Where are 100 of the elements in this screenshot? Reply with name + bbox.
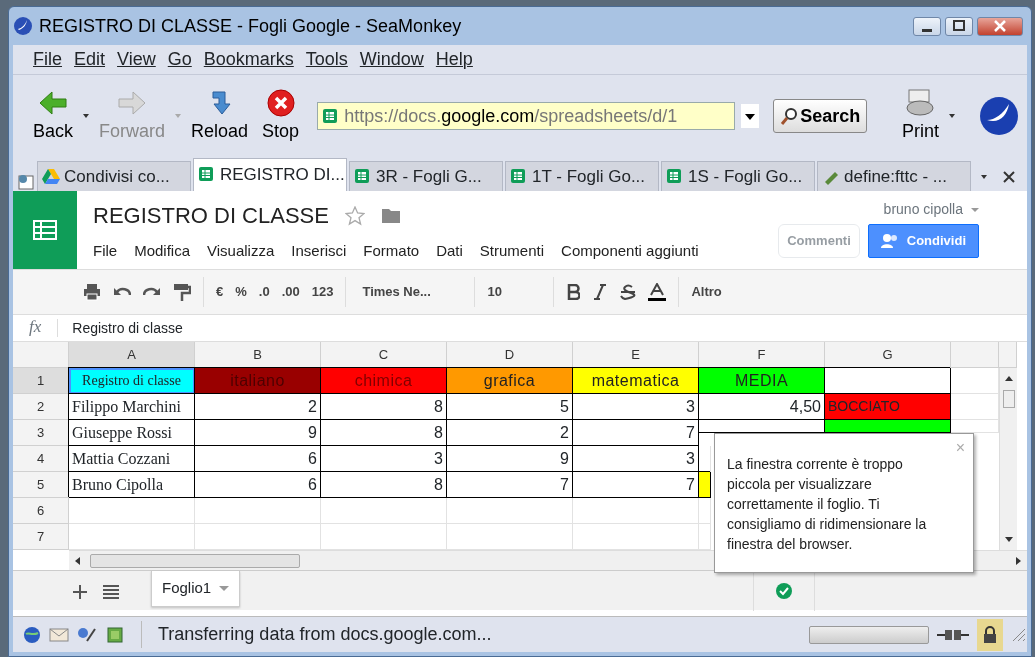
menu-item[interactable]: Componenti aggiunti — [561, 240, 699, 263]
address-field[interactable]: https://docs.google.com/spreadsheets/d/1 — [317, 102, 736, 130]
column-header[interactable]: D — [447, 342, 573, 368]
table-cell[interactable]: 8 — [321, 420, 447, 446]
close-button[interactable] — [977, 16, 1023, 36]
browser-tab[interactable]: define:fttc - ... — [817, 161, 971, 191]
row-header[interactable]: 2 — [13, 394, 69, 420]
menu-item[interactable]: View — [117, 46, 156, 73]
menu-item[interactable]: Strumenti — [479, 240, 545, 263]
table-cell[interactable]: Mattia Cozzani — [69, 446, 195, 472]
minimize-button[interactable] — [913, 16, 941, 36]
document-title: REGISTRO DI CLASSE — [93, 202, 329, 230]
browser-tab[interactable]: REGISTRO DI... — [193, 158, 347, 191]
table-cell[interactable]: 3 — [573, 394, 699, 420]
menu-item[interactable]: Dati — [436, 240, 463, 263]
search-button[interactable]: Search — [773, 99, 868, 133]
browser-tab[interactable]: Condivisi co... — [37, 161, 191, 191]
dropdown-arrow-icon — [971, 207, 979, 212]
number-format-button[interactable]: 123 — [311, 282, 334, 302]
column-header[interactable]: G — [825, 342, 951, 368]
italic-icon[interactable] — [592, 284, 609, 300]
drive-icon — [42, 167, 60, 186]
menu-item[interactable]: Visualizza — [207, 240, 275, 263]
row-header[interactable]: 7 — [13, 524, 69, 550]
font-dropdown[interactable]: Times Ne... — [362, 282, 463, 302]
table-cell[interactable]: 7 — [447, 472, 573, 498]
menu-item[interactable]: Go — [167, 46, 192, 73]
vertical-scrollbar[interactable] — [999, 368, 1017, 550]
table-cell[interactable]: 2 — [195, 394, 321, 420]
table-cell[interactable]: 5 — [447, 394, 573, 420]
table-cell[interactable]: BOCCIATO — [825, 394, 951, 420]
formula-field[interactable]: Registro di classe — [72, 317, 183, 339]
menu-item[interactable]: File — [33, 46, 62, 73]
font-size-dropdown[interactable]: 10 — [487, 282, 542, 302]
table-cell[interactable]: 7 — [573, 420, 699, 446]
menu-item[interactable]: Formato — [363, 240, 420, 263]
row-header[interactable]: 5 — [13, 472, 69, 498]
menu-item[interactable]: Inserisci — [291, 240, 347, 263]
row-header[interactable]: 3 — [13, 420, 69, 446]
maximize-button[interactable] — [945, 16, 973, 36]
sheet-tab[interactable]: Foglio1 — [151, 571, 241, 607]
menu-item[interactable]: Modifica — [134, 240, 191, 263]
table-cell[interactable]: 6 — [195, 446, 321, 472]
menu-item[interactable]: Bookmarks — [203, 46, 294, 73]
menu-item[interactable]: Window — [359, 46, 424, 73]
scroll-thumb[interactable] — [90, 553, 300, 568]
table-cell[interactable] — [825, 420, 951, 433]
row-header[interactable]: 1 — [13, 368, 69, 394]
column-header[interactable]: E — [573, 342, 699, 368]
user-name[interactable]: bruno cipolla — [883, 199, 963, 220]
scroll-thumb[interactable] — [1002, 390, 1015, 408]
popup-message: La finestra corrente è troppo piccola per visualizzare correttamente il foglio. Ti consigliamo di ridimensionare la finestra del browser. — [727, 455, 928, 554]
menu-item[interactable]: Tools — [305, 46, 348, 73]
table-cell[interactable]: 9 — [195, 420, 321, 446]
corner-cell[interactable] — [13, 342, 69, 368]
table-cell[interactable]: 3 — [573, 446, 699, 472]
menu-item[interactable]: Help — [435, 46, 473, 73]
table-cell[interactable]: 6 — [195, 472, 321, 498]
ribbon-decrease-decimals-button[interactable]: .0 — [258, 282, 270, 302]
table-cell[interactable]: matematica — [573, 368, 699, 394]
browser-tab[interactable]: 1T - Fogli Go... — [505, 161, 659, 191]
toolbar-button[interactable]: Stop — [258, 87, 304, 145]
bold-icon[interactable] — [566, 284, 581, 300]
row-header[interactable]: 6 — [13, 498, 69, 524]
table-cell[interactable]: MEDIA — [699, 368, 825, 394]
text-color-icon[interactable] — [648, 283, 667, 301]
column-header[interactable]: F — [699, 342, 825, 368]
table-cell[interactable]: Giuseppe Rossi — [69, 420, 195, 446]
list-icon — [103, 583, 119, 600]
column-header[interactable]: C — [321, 342, 447, 368]
browser-tab[interactable]: 3R - Fogli G... — [349, 161, 503, 191]
ribbon-currency-button[interactable]: € — [216, 282, 224, 302]
column-header[interactable]: A — [69, 342, 195, 368]
check-icon — [776, 583, 792, 599]
table-cell[interactable] — [825, 368, 951, 394]
table-cell[interactable]: Registro di classe — [69, 368, 195, 394]
toolbar-button[interactable]: Back — [29, 87, 78, 145]
print-button[interactable]: Print — [898, 87, 943, 145]
table-cell[interactable]: 8 — [321, 394, 447, 420]
table-cell[interactable]: 9 — [447, 446, 573, 472]
table-cell[interactable]: Filippo Marchini — [69, 394, 195, 420]
star-icon — [344, 205, 365, 226]
table-cell[interactable]: grafica — [447, 368, 573, 394]
menu-item[interactable]: File — [93, 240, 118, 263]
strikethrough-icon[interactable] — [620, 284, 637, 300]
ribbon-percent-button[interactable]: % — [235, 282, 247, 302]
table-cell[interactable]: 8 — [321, 472, 447, 498]
column-header[interactable]: B — [195, 342, 321, 368]
toolbar-button[interactable]: Reload — [187, 87, 253, 145]
address-dropdown[interactable] — [741, 104, 760, 128]
table-cell[interactable] — [699, 472, 711, 498]
table-cell[interactable]: 7 — [573, 472, 699, 498]
table-cell[interactable]: Bruno Cipolla — [69, 472, 195, 498]
menu-item[interactable]: Edit — [74, 46, 106, 73]
ribbon-increase-decimals-button[interactable]: .00 — [281, 282, 300, 302]
more-button[interactable]: Altro — [691, 282, 722, 302]
row-header[interactable]: 4 — [13, 446, 69, 472]
table-cell[interactable]: 3 — [321, 446, 447, 472]
table-cell[interactable]: 2 — [447, 420, 573, 446]
browser-tab[interactable]: 1S - Fogli Go... — [661, 161, 815, 191]
